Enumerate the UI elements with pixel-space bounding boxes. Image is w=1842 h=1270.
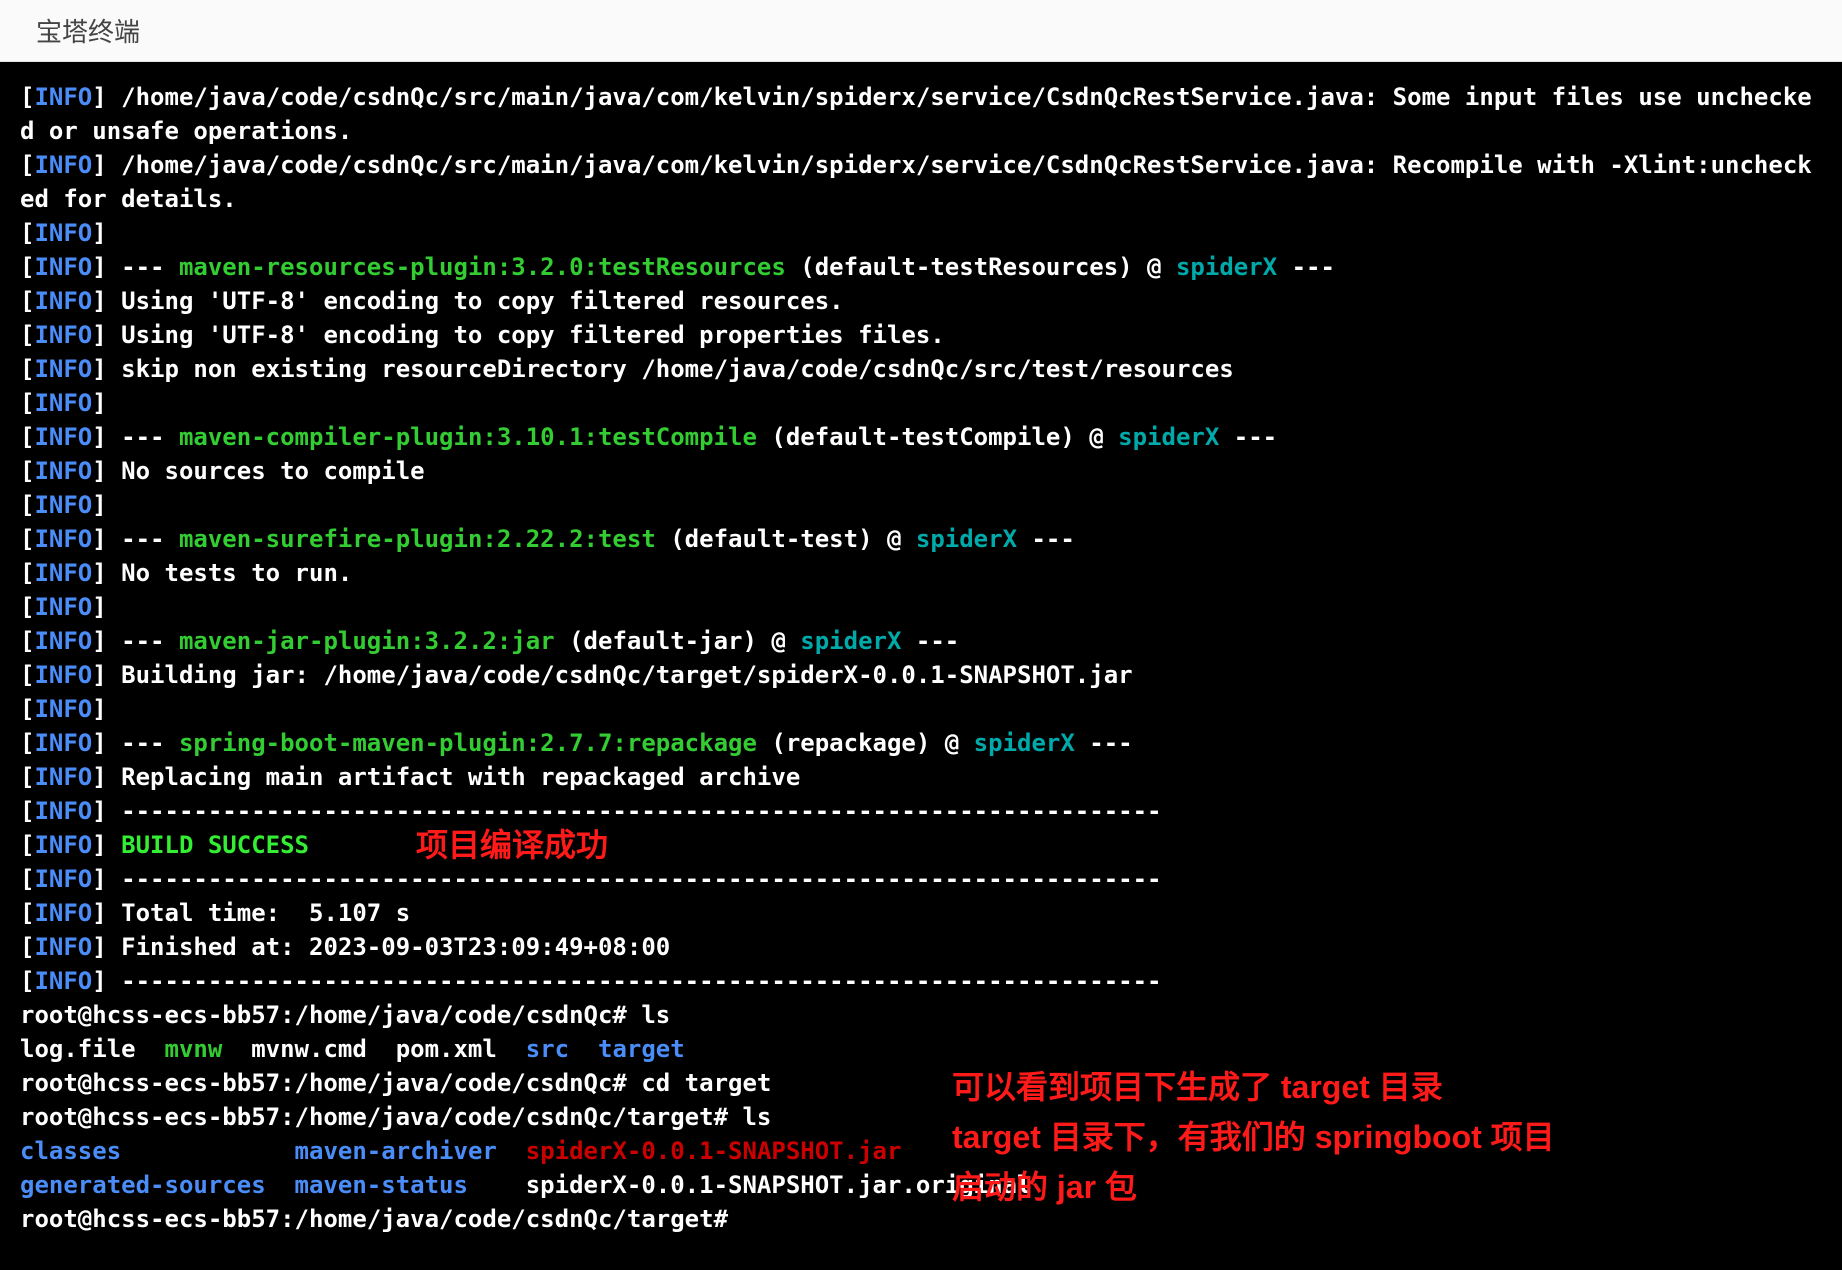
info-tag: INFO [34,355,92,383]
shell-prompt: root@hcss-ecs-bb57:/home/java/code/csdnQ… [20,1001,641,1029]
project-name: spiderX [974,729,1075,757]
ls-item: log.file [20,1035,165,1063]
terminal-line: /home/java/code/csdnQc/src/main/java/com… [20,151,1812,213]
info-tag: INFO [34,865,92,893]
info-tag: INFO [34,287,92,315]
ls-item-jar: spiderX-0.0.1-SNAPSHOT.jar [526,1137,902,1165]
maven-plugin: maven-jar-plugin:3.2.2:jar [179,627,555,655]
maven-plugin: maven-surefire-plugin:2.22.2:test [179,525,656,553]
info-tag: INFO [34,219,92,247]
build-success: BUILD SUCCESS [121,831,309,859]
annotation-build-success: 项目编译成功 [416,828,608,862]
terminal-line: Finished at: 2023-09-03T23:09:49+08:00 [107,933,671,961]
info-tag: INFO [34,729,92,757]
ls-item-dir: classes [20,1137,121,1165]
project-name: spiderX [1176,253,1277,281]
shell-prompt: root@hcss-ecs-bb57:/home/java/code/csdnQ… [20,1069,641,1097]
project-name: spiderX [1118,423,1219,451]
info-tag: INFO [34,253,92,281]
info-tag: INFO [34,491,92,519]
info-tag: INFO [34,627,92,655]
ls-item-dir: src [526,1035,569,1063]
terminal-line: Replacing main artifact with repackaged … [107,763,801,791]
shell-prompt: root@hcss-ecs-bb57:/home/java/code/csdnQ… [20,1103,742,1131]
maven-plugin: spring-boot-maven-plugin:2.7.7:repackage [179,729,757,757]
info-tag: INFO [34,525,92,553]
info-tag: INFO [34,593,92,621]
project-name: spiderX [916,525,1017,553]
info-tag: INFO [34,967,92,995]
info-tag: INFO [34,389,92,417]
info-tag: INFO [34,83,92,111]
info-tag: INFO [34,423,92,451]
divider-line: ----------------------------------------… [107,865,1162,893]
terminal-line: No sources to compile [107,457,425,485]
terminal-header: 宝塔终端 [0,0,1842,62]
shell-command: cd target [641,1069,771,1097]
divider-line: ----------------------------------------… [107,967,1162,995]
maven-plugin: maven-resources-plugin:3.2.0:testResourc… [179,253,786,281]
header-title: 宝塔终端 [36,12,140,49]
terminal-line: Using 'UTF-8' encoding to copy filtered … [107,287,844,315]
ls-item-dir: target [598,1035,685,1063]
shell-prompt: root@hcss-ecs-bb57:/home/java/code/csdnQ… [20,1205,742,1233]
maven-plugin: maven-compiler-plugin:3.10.1:testCompile [179,423,757,451]
ls-item-exec: mvnw [165,1035,223,1063]
terminal-line: Building jar: /home/java/code/csdnQc/tar… [107,661,1133,689]
terminal-line: /home/java/code/csdnQc/src/main/java/com… [20,83,1812,145]
ls-item: mvnw.cmd pom.xml [222,1035,525,1063]
ls-item-dir: maven-status [295,1171,468,1199]
info-tag: INFO [34,661,92,689]
info-tag: INFO [34,831,92,859]
terminal-line: skip non existing resourceDirectory /hom… [107,355,1234,383]
info-tag: INFO [34,933,92,961]
info-tag: INFO [34,559,92,587]
info-tag: INFO [34,899,92,927]
shell-command: ls [641,1001,670,1029]
ls-item-dir: generated-sources [20,1171,266,1199]
shell-command: ls [742,1103,771,1131]
info-tag: INFO [34,321,92,349]
info-tag: INFO [34,457,92,485]
ls-item-dir: maven-archiver [295,1137,497,1165]
terminal-line: No tests to run. [107,559,353,587]
project-name: spiderX [800,627,901,655]
divider-line: ----------------------------------------… [107,797,1162,825]
terminal-body[interactable]: [INFO] /home/java/code/csdnQc/src/main/j… [0,62,1842,1270]
info-tag: INFO [34,695,92,723]
info-tag: INFO [34,763,92,791]
info-tag: INFO [34,151,92,179]
info-tag: INFO [34,797,92,825]
terminal-line: Using 'UTF-8' encoding to copy filtered … [107,321,945,349]
annotation-target-dir: 可以看到项目下生成了 target 目录target 目录下，有我们的 spri… [952,1062,1555,1212]
terminal-line: Total time: 5.107 s [107,899,410,927]
